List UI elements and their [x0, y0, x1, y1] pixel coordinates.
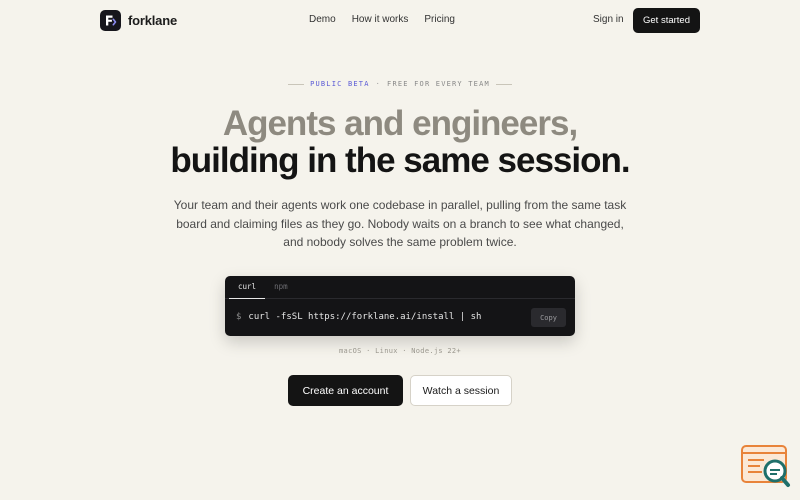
hero-eyebrow: PUBLIC BETA · FREE FOR EVERY TEAM: [0, 80, 800, 88]
tab-curl[interactable]: curl: [229, 282, 266, 299]
forklane-logo-icon: [100, 10, 121, 31]
install-command[interactable]: curl -fsSL https://forklane.ai/install |…: [248, 312, 481, 322]
shell-prompt: $: [236, 312, 242, 322]
landing-page: forklane Demo How it works Pricing Sign …: [0, 0, 800, 500]
watch-session-button[interactable]: Watch a session: [410, 375, 512, 406]
nav-link-demo[interactable]: Demo: [309, 14, 336, 25]
brand-logo[interactable]: forklane: [100, 10, 177, 31]
eyebrow-free: FREE FOR EVERY TEAM: [387, 80, 490, 88]
hero-subtext: Your team and their agents work one code…: [173, 198, 627, 249]
top-nav: forklane Demo How it works Pricing Sign …: [0, 0, 800, 40]
headline-line-2: building in the same session.: [170, 141, 630, 180]
nav-link-how-it-works[interactable]: How it works: [352, 14, 409, 25]
nav-links: Demo How it works Pricing: [309, 14, 455, 25]
supported-platforms: macOS · Linux · Node.js 22+: [339, 347, 461, 355]
eyebrow-separator: ·: [375, 80, 382, 88]
nav-link-pricing[interactable]: Pricing: [424, 14, 455, 25]
eyebrow-rule-left: [288, 83, 305, 85]
create-account-button[interactable]: Create an account: [288, 375, 403, 406]
copy-button[interactable]: Copy: [531, 308, 566, 327]
eyebrow-rule-right: [495, 83, 512, 85]
search-document-icon[interactable]: [740, 445, 792, 489]
tab-npm[interactable]: npm: [265, 282, 297, 298]
sign-in-link[interactable]: Sign in: [593, 14, 624, 25]
headline-line-1: Agents and engineers,: [222, 104, 578, 143]
install-terminal: curl npm $ curl -fsSL https://forklane.ai…: [225, 276, 575, 336]
eyebrow-beta: PUBLIC BETA: [310, 80, 370, 88]
brand-name: forklane: [128, 13, 177, 28]
install-command-line: $ curl -fsSL https://forklane.ai/install …: [236, 312, 481, 322]
install-tabs: curl npm: [225, 276, 575, 299]
get-started-button[interactable]: Get started: [633, 8, 700, 33]
